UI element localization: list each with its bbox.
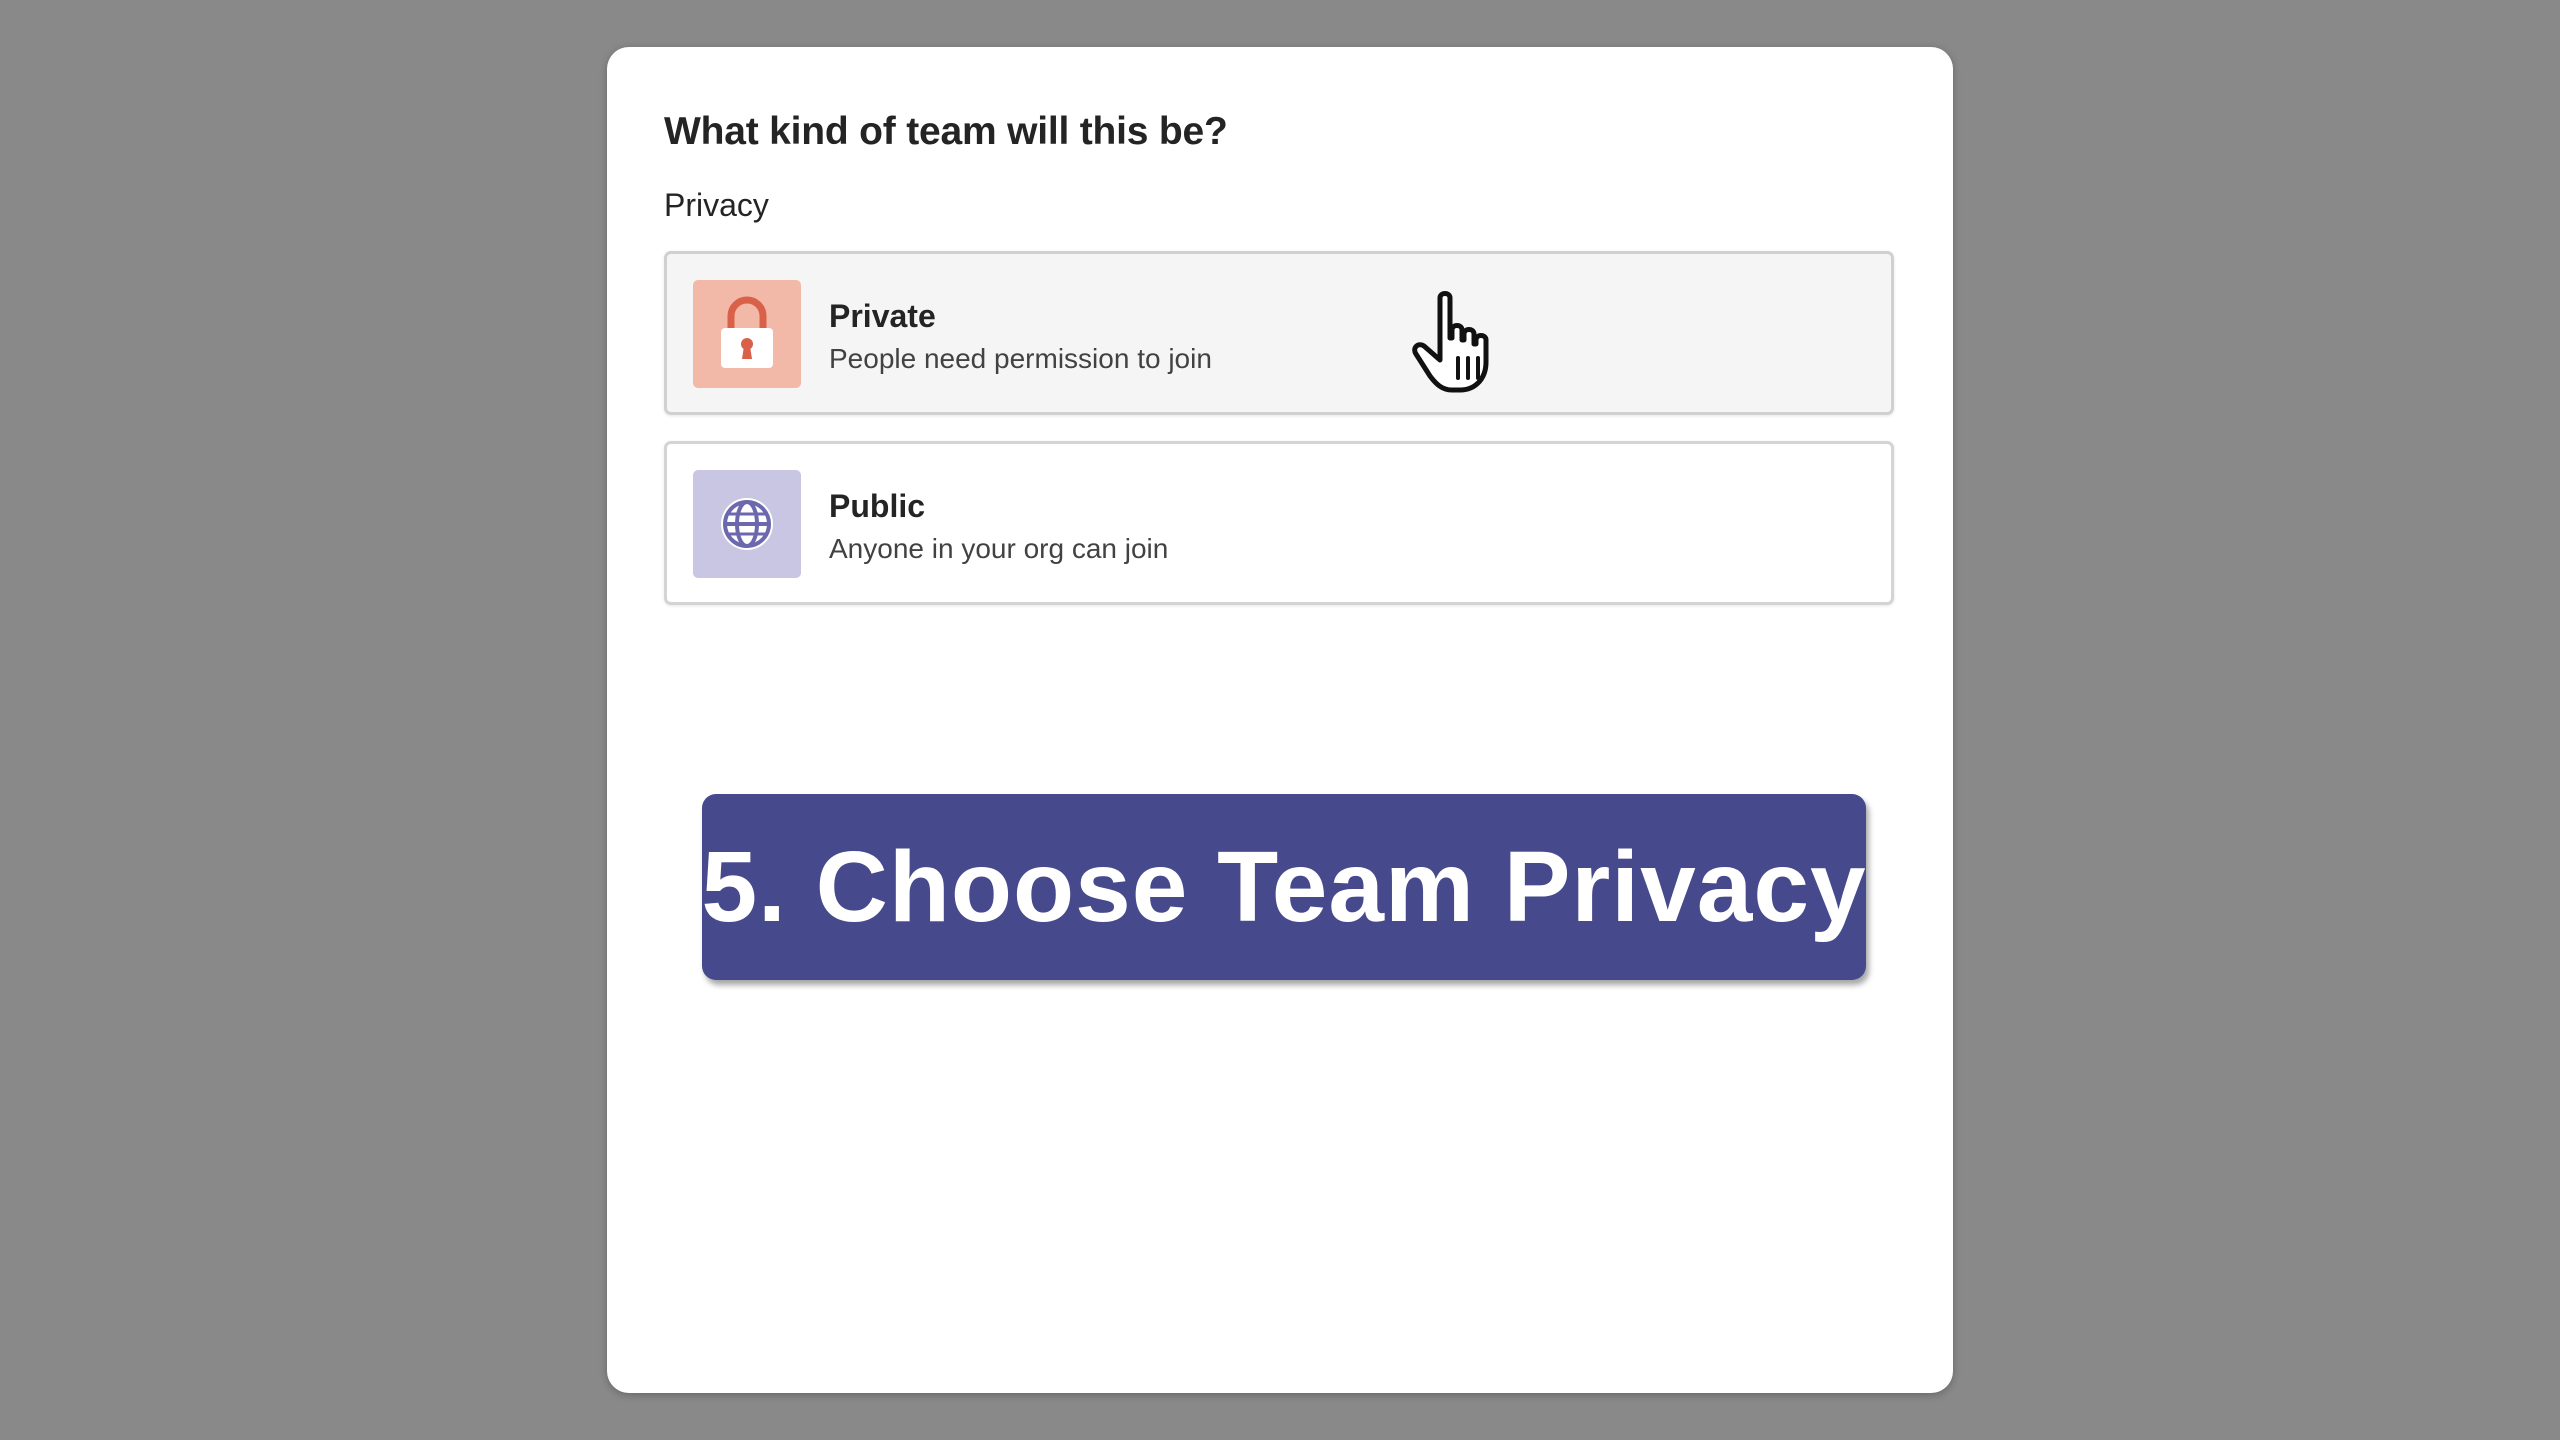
step-banner-text: 5. Choose Team Privacy <box>701 830 1867 943</box>
globe-icon <box>721 498 773 550</box>
step-banner: 5. Choose Team Privacy <box>701 794 1867 980</box>
option-public[interactable]: Public Anyone in your org can join <box>664 441 1894 605</box>
create-team-dialog: What kind of team will this be? Privacy … <box>607 47 1953 1393</box>
option-private-title: Private <box>829 298 936 334</box>
option-private-description: People need permission to join <box>829 343 1212 374</box>
public-icon-tile <box>693 470 801 578</box>
option-private[interactable]: Private People need permission to join <box>664 251 1894 415</box>
option-public-description: Anyone in your org can join <box>829 533 1169 564</box>
private-icon-tile <box>693 280 801 388</box>
dialog-title: What kind of team will this be? <box>664 110 1228 153</box>
lock-icon <box>721 296 773 368</box>
option-public-title: Public <box>829 488 926 524</box>
privacy-label: Privacy <box>664 187 769 223</box>
